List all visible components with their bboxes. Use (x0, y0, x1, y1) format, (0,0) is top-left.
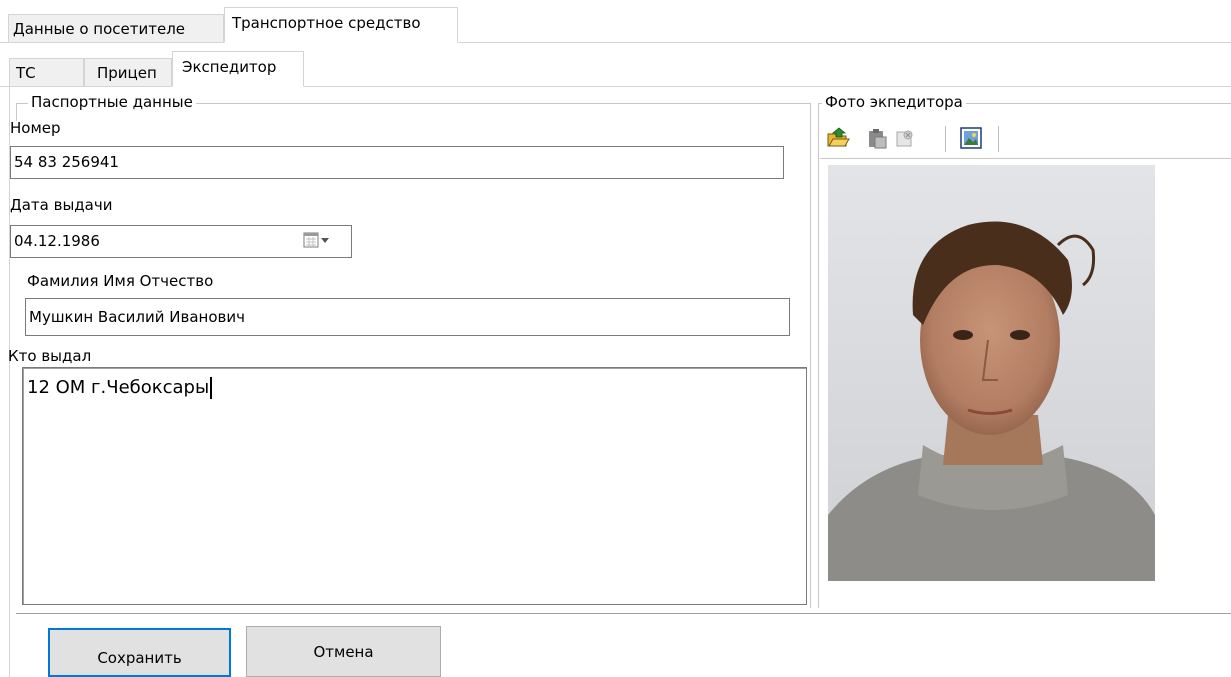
photo-group-left-line (818, 103, 819, 608)
cancel-button-label: Отмена (313, 643, 374, 661)
issue-date-field[interactable]: 04.12.1986 (10, 225, 352, 258)
toolbar-separator (945, 126, 946, 152)
fio-field[interactable]: Мушкин Василий Иванович (25, 298, 790, 336)
tab-forwarder-label: Экспедитор (182, 58, 277, 76)
calendar-dropdown-button[interactable] (302, 230, 342, 252)
issuer-value: 12 ОМ г.Чебоксары (27, 377, 213, 399)
passport-group-title: Паспортные данные (28, 93, 196, 111)
issue-date-value: 04.12.1986 (14, 232, 100, 250)
tab-ts-label: ТС (16, 64, 36, 82)
photo-group-title: Фото экпедитора (822, 93, 966, 111)
tab-vehicle[interactable]: Транспортное средство (224, 7, 458, 43)
delete-photo-icon[interactable] (893, 127, 915, 149)
tab-vehicle-label: Транспортное средство (232, 14, 421, 32)
tab-trailer-label: Прицеп (97, 64, 157, 82)
issuer-textarea[interactable]: 12 ОМ г.Чебоксары (22, 367, 807, 605)
tab-visitor-data-label: Данные о посетителе (13, 20, 186, 38)
issuer-label: Кто выдал (8, 347, 92, 365)
bottom-separator (16, 613, 1231, 615)
issue-date-label: Дата выдачи (10, 196, 113, 214)
calendar-icon (303, 232, 329, 248)
tab-trailer[interactable]: Прицеп (84, 58, 172, 86)
tab-visitor-data[interactable]: Данные о посетителе (8, 14, 224, 42)
number-field[interactable]: 54 83 256941 (10, 146, 784, 179)
passport-group-right-line (810, 103, 811, 608)
paste-icon[interactable] (866, 127, 888, 149)
save-button[interactable]: Сохранить (48, 628, 231, 677)
cancel-button[interactable]: Отмена (246, 626, 441, 677)
tab-forwarder[interactable]: Экспедитор (172, 51, 304, 87)
toolbar-separator-2 (998, 126, 999, 152)
fio-label: Фамилия Имя Отчество (27, 272, 214, 290)
open-photo-icon[interactable] (826, 126, 850, 148)
save-button-label: Сохранить (97, 649, 182, 667)
webcam-capture-icon[interactable] (960, 126, 982, 149)
forwarder-photo (828, 165, 1155, 581)
tab-ts[interactable]: ТС (9, 58, 84, 86)
number-label: Номер (10, 119, 61, 137)
